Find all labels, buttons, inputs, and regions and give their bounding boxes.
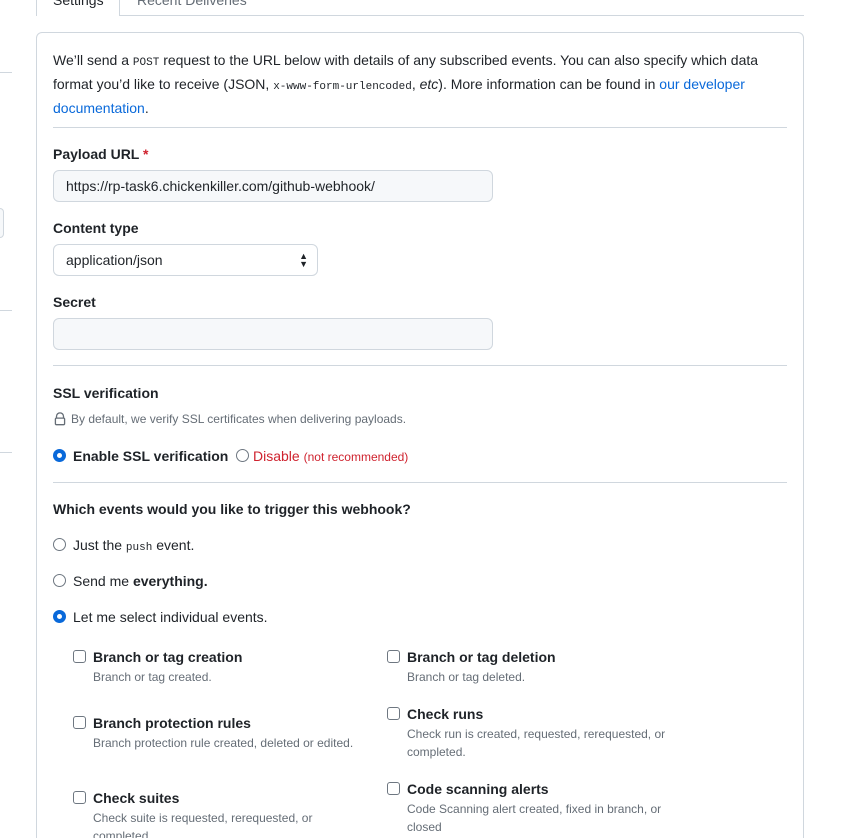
event-description: Branch protection rule created, deleted … <box>93 736 354 750</box>
divider <box>53 482 787 483</box>
push-event-label[interactable]: Just the push event. <box>73 537 194 554</box>
payload-url-label: Payload URL * <box>53 146 149 162</box>
sidebar-divider <box>0 310 12 311</box>
intro-text: We’ll send a POST request to the URL bel… <box>53 52 759 116</box>
event-description: Check run is created, requested, rereque… <box>407 727 666 759</box>
required-marker: * <box>143 146 149 162</box>
enable-ssl-radio[interactable] <box>53 449 66 462</box>
individual-events-radio[interactable] <box>53 610 66 623</box>
disable-ssl-radio[interactable] <box>236 449 249 462</box>
tab-settings[interactable]: Settings <box>36 0 120 16</box>
branch-tag-creation-checkbox[interactable] <box>73 650 86 663</box>
content-type-label: Content type <box>53 220 139 236</box>
secret-label: Secret <box>53 294 96 310</box>
disable-ssl-label[interactable]: Disable (not recommended) <box>253 448 408 464</box>
sidebar-selected-item[interactable] <box>0 208 4 238</box>
event-title[interactable]: Branch protection rules <box>93 715 251 731</box>
ssl-label: SSL verification <box>53 385 159 401</box>
check-suites-checkbox[interactable] <box>73 791 86 804</box>
sidebar-divider <box>0 72 12 73</box>
ssl-note: By default, we verify SSL certificates w… <box>53 412 406 426</box>
event-description: Check suite is requested, rerequested, o… <box>93 811 313 838</box>
lock-icon <box>54 412 66 426</box>
events-question: Which events would you like to trigger t… <box>53 501 411 517</box>
branch-protection-rules-checkbox[interactable] <box>73 716 86 729</box>
payload-url-input[interactable]: https://rp-task6.chickenkiller.com/githu… <box>53 170 493 202</box>
everything-radio[interactable] <box>53 574 66 587</box>
push-event-radio[interactable] <box>53 538 66 551</box>
event-title[interactable]: Check runs <box>407 706 483 722</box>
enable-ssl-label[interactable]: Enable SSL verification <box>73 448 228 464</box>
code-scanning-alerts-checkbox[interactable] <box>387 782 400 795</box>
select-arrows-icon: ▲ ▼ <box>299 251 308 269</box>
branch-tag-deletion-checkbox[interactable] <box>387 650 400 663</box>
secret-input[interactable] <box>53 318 493 350</box>
event-title[interactable]: Branch or tag creation <box>93 649 242 665</box>
content-type-select[interactable]: application/json ▲ ▼ <box>53 244 318 276</box>
event-title[interactable]: Code scanning alerts <box>407 781 549 797</box>
individual-events-label[interactable]: Let me select individual events. <box>73 609 268 625</box>
divider <box>53 365 787 366</box>
everything-label[interactable]: Send me everything. <box>73 573 208 589</box>
divider <box>53 127 787 128</box>
event-title[interactable]: Branch or tag deletion <box>407 649 556 665</box>
event-title[interactable]: Check suites <box>93 790 179 806</box>
event-description: Code Scanning alert created, fixed in br… <box>407 802 662 834</box>
tab-recent-deliveries[interactable]: Recent Deliveries <box>120 0 804 16</box>
check-runs-checkbox[interactable] <box>387 707 400 720</box>
event-description: Branch or tag created. <box>93 670 212 684</box>
sidebar-divider <box>0 452 12 453</box>
tab-bar: Settings Recent Deliveries <box>36 0 804 16</box>
event-description: Branch or tag deleted. <box>407 670 526 684</box>
